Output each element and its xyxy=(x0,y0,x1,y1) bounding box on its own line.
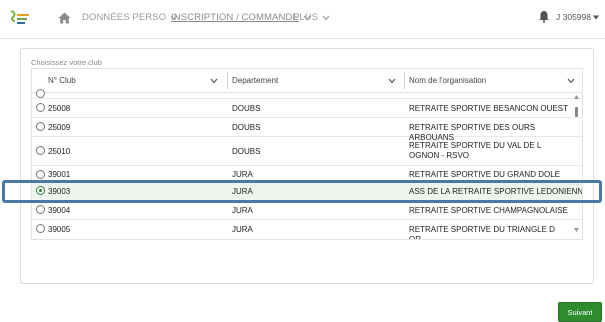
chevron-down-icon xyxy=(210,78,218,84)
column-header-organisation[interactable]: Nom de l'organisation xyxy=(409,69,581,92)
cell-club: 39004 xyxy=(48,206,71,215)
next-button[interactable]: Suivant xyxy=(558,302,602,322)
cell-departement: JURA xyxy=(232,170,253,179)
column-header-departement-label: Departement xyxy=(232,76,279,85)
cell-club: 39005 xyxy=(48,225,71,234)
column-divider xyxy=(404,72,405,89)
scroll-up-icon[interactable] xyxy=(574,95,579,99)
club-table: N° Club Departement Nom de l'organisatio… xyxy=(31,68,583,240)
nav-plus-label: PLUS xyxy=(293,12,319,23)
chevron-down-icon xyxy=(567,78,575,84)
cell-organisation: RETRAITE SPORTIVE DU VAL DE L OGNON - RS… xyxy=(409,141,542,160)
top-navbar: DONNÉES PERSO INSCRIPTION / COMMANDE PLU… xyxy=(0,0,605,39)
cell-organisation: RETRAITE SPORTIVE DU GRAND DOLE xyxy=(409,170,560,179)
home-icon[interactable] xyxy=(58,12,71,24)
column-header-club-label: N° Club xyxy=(48,76,76,85)
table-row[interactable]: 25010 DOUBS RETRAITE SPORTIVE DU VAL DE … xyxy=(32,137,582,166)
nav-inscription-commande-label: INSCRIPTION / COMMANDE xyxy=(171,12,299,23)
table-scrollbar[interactable] xyxy=(572,93,581,238)
radio-button[interactable] xyxy=(36,146,45,155)
cell-organisation: RETRAITE SPORTIVE BESANCON OUEST xyxy=(409,104,568,113)
chevron-down-icon xyxy=(322,15,330,20)
cell-club: 25009 xyxy=(48,123,71,132)
table-row[interactable]: 25009 DOUBS RETRAITE SPORTIVE DES OURS A… xyxy=(32,118,582,142)
table-row[interactable]: 25008 DOUBS RETRAITE SPORTIVE BESANCON O… xyxy=(32,99,582,118)
bell-icon[interactable] xyxy=(538,10,550,23)
cell-departement: DOUBS xyxy=(232,123,261,132)
radio-button[interactable] xyxy=(36,205,45,214)
user-id-label: J 305998 xyxy=(556,12,591,22)
nav-donnees-perso[interactable]: DONNÉES PERSO xyxy=(82,12,178,23)
radio-button[interactable] xyxy=(36,103,45,112)
radio-button[interactable] xyxy=(36,89,45,98)
cell-club: 25008 xyxy=(48,104,71,113)
scroll-thumb[interactable] xyxy=(575,107,578,117)
user-menu[interactable]: J 305998 xyxy=(556,12,599,22)
column-divider xyxy=(227,72,228,89)
cell-departement: JURA xyxy=(232,206,253,215)
scroll-down-icon[interactable] xyxy=(574,228,579,232)
panel-label: Choisissez votre club xyxy=(31,58,102,67)
table-header: N° Club Departement Nom de l'organisatio… xyxy=(32,69,582,93)
cell-departement: DOUBS xyxy=(232,147,261,156)
cell-club: 39001 xyxy=(48,170,71,179)
chevron-down-icon xyxy=(388,78,396,84)
table-row[interactable]: 39005 JURA RETRAITE SPORTIVE DU TRIANGLE… xyxy=(32,220,582,240)
cell-club: 25010 xyxy=(48,147,71,156)
nav-inscription-commande[interactable]: INSCRIPTION / COMMANDE xyxy=(171,12,311,23)
cell-departement: JURA xyxy=(232,225,253,234)
nav-plus[interactable]: PLUS xyxy=(293,12,330,23)
radio-button[interactable] xyxy=(36,122,45,131)
selection-highlight-frame xyxy=(2,180,602,203)
cell-departement: DOUBS xyxy=(232,104,261,113)
nav-donnees-perso-label: DONNÉES PERSO xyxy=(82,12,167,23)
radio-button[interactable] xyxy=(36,170,45,179)
table-row[interactable]: 39004 JURA RETRAITE SPORTIVE CHAMPAGNOLA… xyxy=(32,201,582,220)
column-header-club[interactable]: N° Club xyxy=(48,69,224,92)
column-header-organisation-label: Nom de l'organisation xyxy=(409,76,487,85)
column-header-departement[interactable]: Departement xyxy=(232,69,402,92)
cell-organisation: RETRAITE SPORTIVE DU TRIANGLE D OR xyxy=(409,225,555,240)
caret-down-icon xyxy=(592,15,599,19)
cell-organisation: RETRAITE SPORTIVE CHAMPAGNOLAISE xyxy=(409,206,568,215)
club-selection-panel: Choisissez votre club N° Club Departemen… xyxy=(20,48,602,322)
logo-icon[interactable] xyxy=(8,9,32,27)
radio-button[interactable] xyxy=(36,224,45,233)
